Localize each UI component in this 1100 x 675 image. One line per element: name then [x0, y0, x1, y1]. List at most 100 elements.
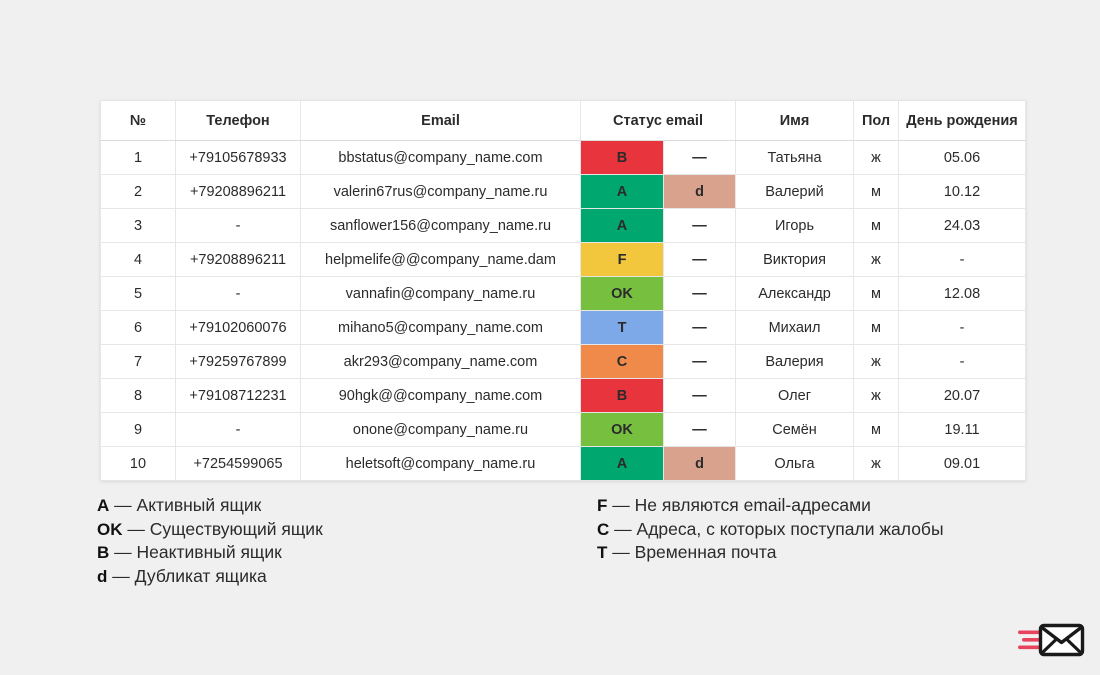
legend-item-dash: — [114, 542, 132, 562]
cell-name: Олег [735, 378, 855, 413]
legend-item: d — Дубликат ящика [97, 565, 323, 589]
cell-gender: ж [853, 446, 900, 481]
legend-item-text: Активный ящик [136, 495, 262, 515]
table-row: 10 +7254599065 heletsoft@company_name.ru Ad… [100, 446, 1027, 481]
table-body: 1 +79105678933 bbstatus@company_name.com B —… [100, 140, 1027, 481]
table-row: 9- onone@company_name.ru OK — Семён м 19.11 [100, 412, 1027, 447]
cell-email-status: T [580, 310, 664, 345]
table-row: 1 +79105678933 bbstatus@company_name.com B —… [100, 140, 1027, 175]
legend-column-left: A — Активный ящик OK — Существующий ящик B… [97, 494, 323, 588]
column-header-phone: Телефон [175, 100, 301, 141]
cell-duplicate: — [662, 310, 737, 345]
cell-name: Михаил [735, 310, 855, 345]
cell-duplicate: — [662, 208, 737, 243]
cell-name: Ольга [735, 446, 855, 481]
table-row: 6 +79102060076 mihano5@company_name.com T — М… [100, 310, 1027, 345]
cell-duplicate: — [662, 412, 737, 447]
cell-duplicate: — [662, 378, 737, 413]
cell-birthday: - [898, 344, 1027, 379]
legend-item-dash: — [612, 495, 630, 515]
cell-birthday: - [898, 310, 1027, 345]
cell-number: 9 [100, 412, 176, 447]
table-row: 8 +79108712231 90hgk@@company_name.com B — Ол… [100, 378, 1027, 413]
cell-phone: +79102060076 [175, 310, 301, 345]
legend-item-code: T [597, 543, 608, 562]
cell-gender: м [853, 412, 900, 447]
legend-item-code: OK [97, 519, 123, 539]
cell-duplicate: — [662, 140, 737, 175]
legend-item-code: A [97, 496, 110, 515]
cell-name: Татьяна [735, 140, 855, 175]
cell-email-status: B [580, 140, 664, 175]
cell-birthday: 05.06 [898, 140, 1027, 175]
cell-name: Семён [735, 412, 855, 447]
cell-gender: м [853, 276, 900, 311]
email-status-table: № Телефон Email Статус email Имя Пол Ден… [100, 100, 1027, 481]
cell-duplicate: — [662, 344, 737, 379]
cell-email: 90hgk@@company_name.com [300, 378, 581, 413]
cell-email: heletsoft@company_name.ru [300, 446, 581, 481]
cell-number: 2 [100, 174, 176, 209]
cell-gender: ж [853, 242, 900, 277]
cell-phone: +79105678933 [175, 140, 301, 175]
cell-gender: м [853, 310, 900, 345]
cell-birthday: - [898, 242, 1027, 277]
cell-email-status: OK [580, 276, 664, 311]
legend-item-dash: — [127, 518, 145, 539]
cell-birthday: 10.12 [898, 174, 1027, 209]
column-header-email-status: Статус email [579, 100, 737, 141]
legend-item-text: Неактивный ящик [136, 542, 282, 562]
cell-number: 10 [100, 446, 176, 481]
column-header-name: Имя [735, 100, 855, 141]
table-row: 4 +79208896211 helpmelife@@company_name.da… [100, 242, 1027, 277]
cell-email-status: B [580, 378, 664, 413]
cell-name: Валерий [735, 174, 855, 209]
cell-gender: ж [853, 344, 900, 379]
cell-birthday: 12.08 [898, 276, 1027, 311]
envelope-body-icon [1038, 623, 1085, 657]
cell-name: Виктория [735, 242, 855, 277]
cell-birthday: 09.01 [898, 446, 1027, 481]
cell-phone: - [175, 276, 301, 311]
cell-number: 7 [100, 344, 176, 379]
cell-email: bbstatus@company_name.com [300, 140, 581, 175]
envelope-icon [1018, 618, 1086, 662]
legend-item-text: Существующий ящик [149, 518, 323, 539]
cell-phone: - [175, 208, 301, 243]
cell-gender: ж [853, 378, 900, 413]
cell-email-status: F [580, 242, 664, 277]
legend-item: T — Временная почта [597, 541, 944, 565]
legend-item: C — Адреса, с которых поступали жалобы [597, 518, 944, 542]
cell-duplicate: d [662, 174, 737, 209]
legend-column-right: F — Не являются email-адресами C — Адреса… [597, 494, 944, 565]
cell-email: valerin67rus@company_name.ru [300, 174, 581, 209]
cell-phone: +79108712231 [175, 378, 301, 413]
cell-gender: м [853, 174, 900, 209]
cell-email: mihano5@company_name.com [300, 310, 581, 345]
cell-birthday: 19.11 [898, 412, 1027, 447]
legend-item-text: Временная почта [634, 542, 777, 562]
cell-phone: +79259767899 [175, 344, 301, 379]
cell-birthday: 20.07 [898, 378, 1027, 413]
column-header-birthday: День рождения [898, 100, 1027, 141]
cell-email-status: A [580, 208, 664, 243]
cell-email: akr293@company_name.com [300, 344, 581, 379]
cell-gender: м [853, 208, 900, 243]
legend-item: B — Неактивный ящик [97, 541, 323, 565]
legend-item-code: C [597, 519, 610, 539]
cell-name: Валерия [735, 344, 855, 379]
legend-item: F — Не являются email-адресами [597, 494, 944, 518]
cell-email: sanflower156@company_name.ru [300, 208, 581, 243]
cell-email: helpmelife@@company_name.dam [300, 242, 581, 277]
cell-email: vannafin@company_name.ru [300, 276, 581, 311]
legend-item-dash: — [112, 565, 130, 586]
email-status-table-container: № Телефон Email Статус email Имя Пол Ден… [100, 100, 1027, 481]
legend-item-dash: — [114, 495, 132, 515]
legend-item-text: Не являются email-адресами [634, 495, 871, 515]
legend-item-code: B [97, 543, 110, 562]
cell-gender: ж [853, 140, 900, 175]
cell-number: 8 [100, 378, 176, 413]
cell-email-status: A [580, 174, 664, 209]
table-header: № Телефон Email Статус email Имя Пол Ден… [100, 100, 1027, 141]
cell-duplicate: d [662, 446, 737, 481]
